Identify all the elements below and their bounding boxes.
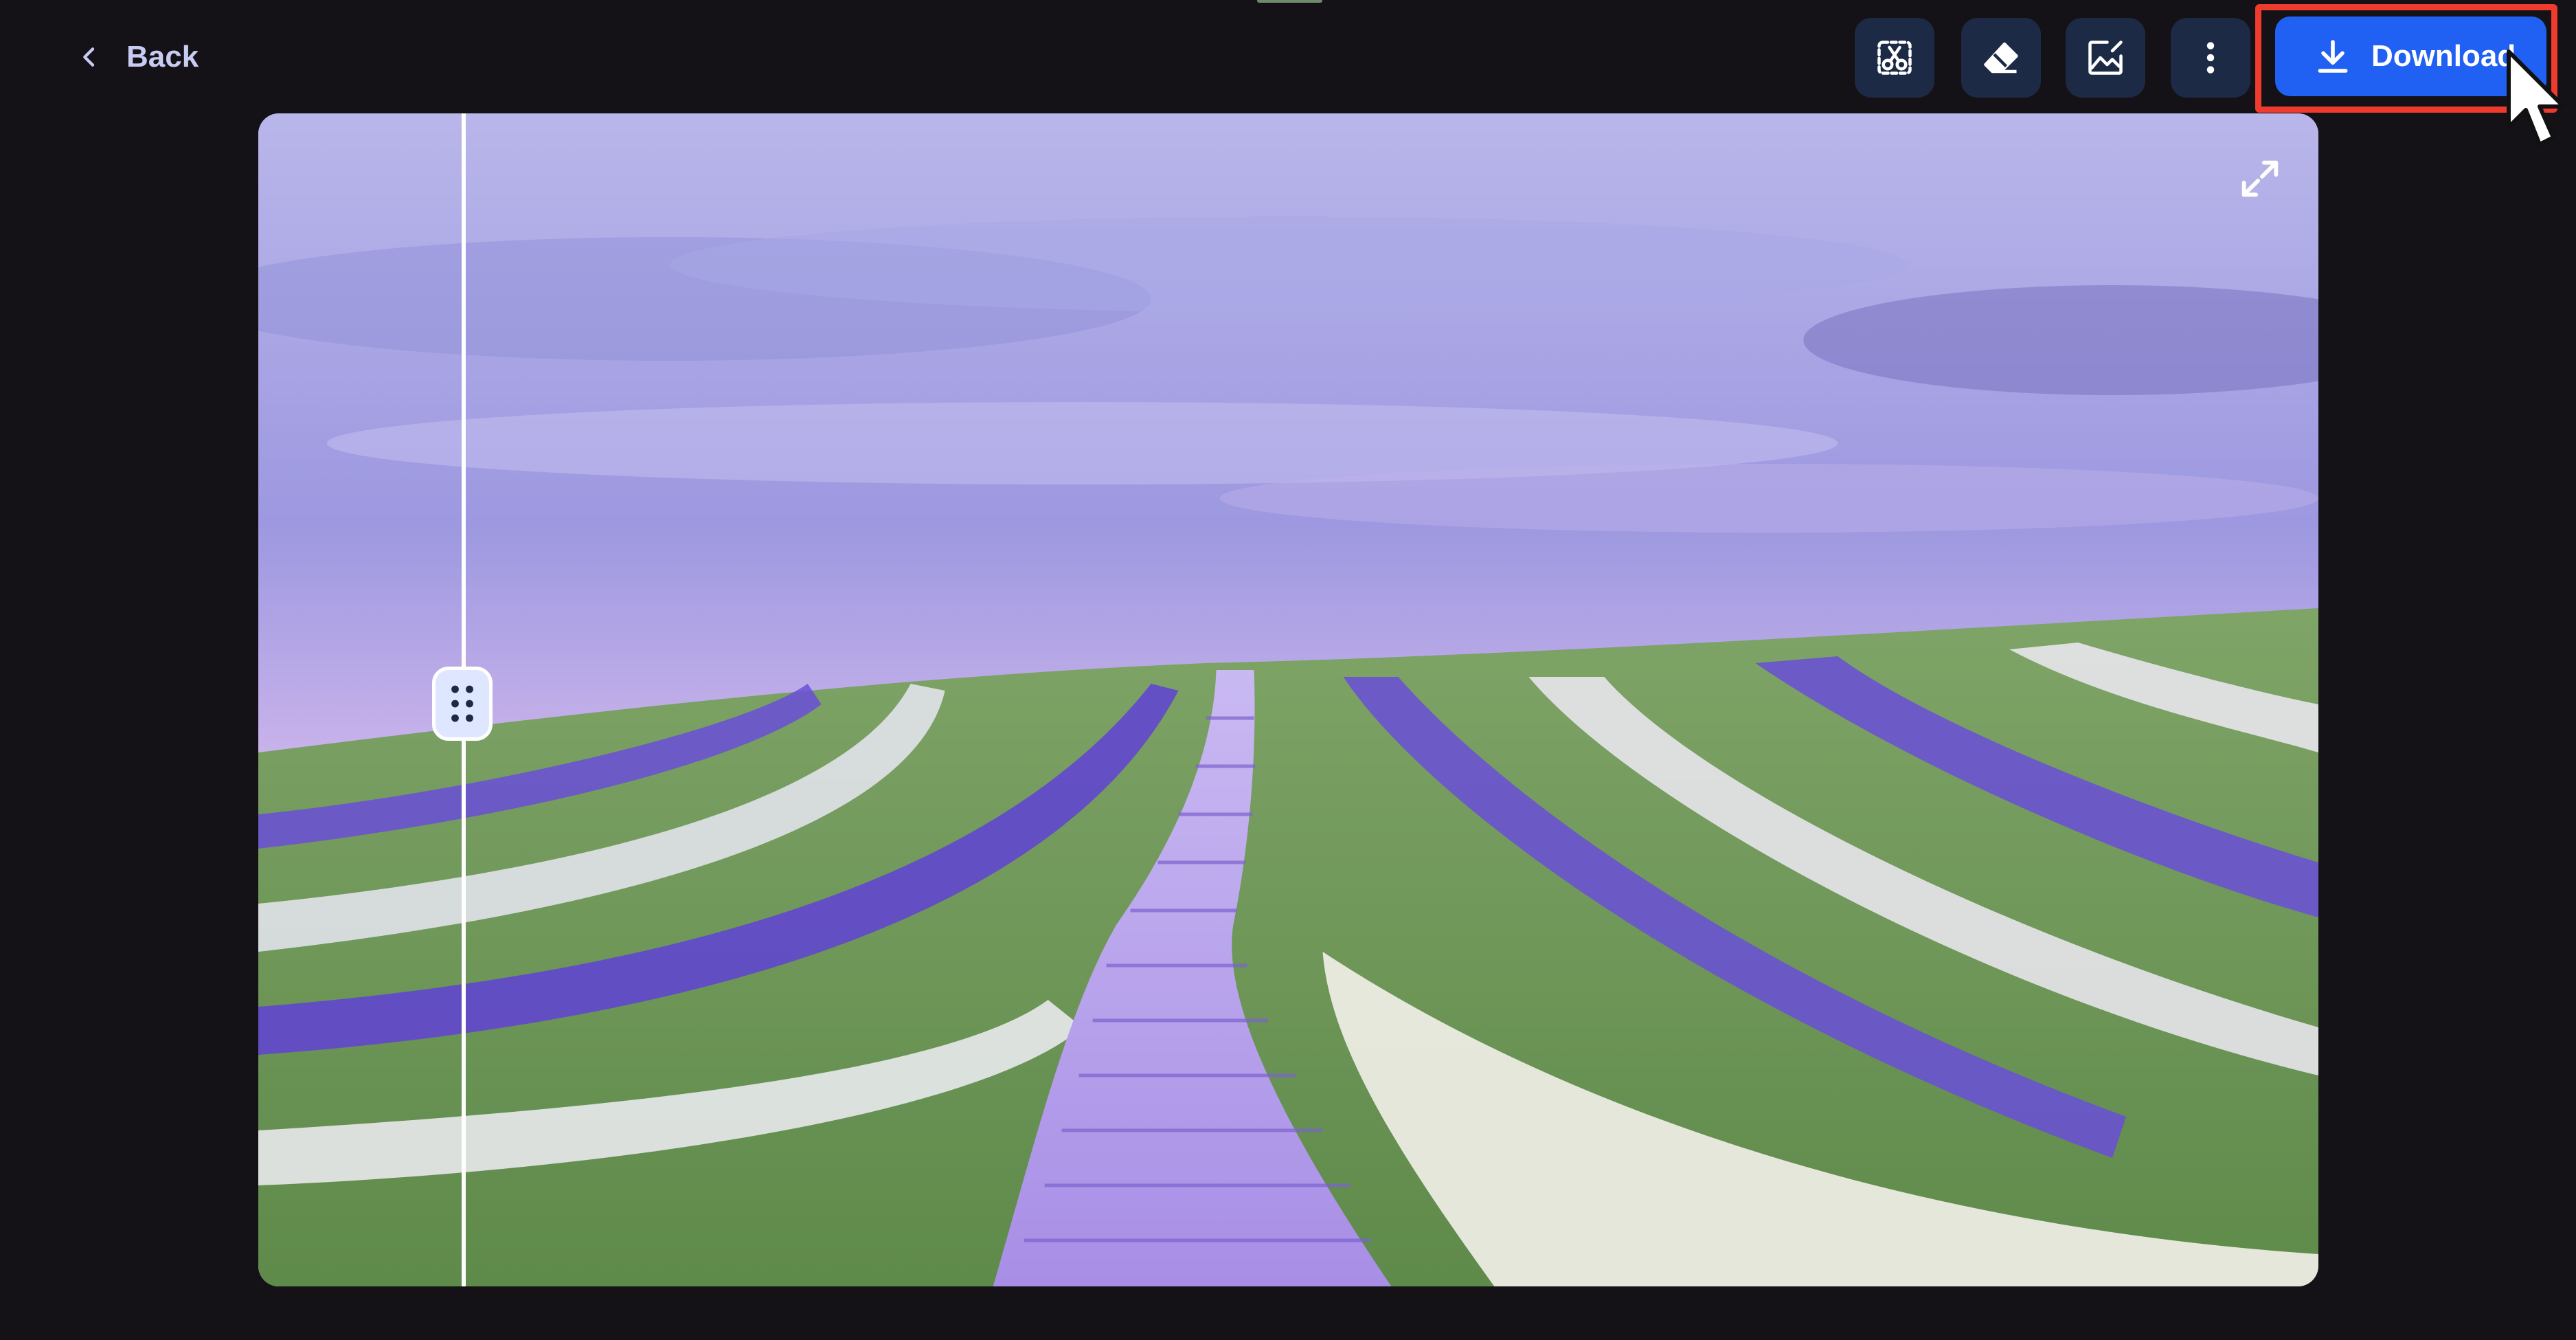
comparison-slider-handle[interactable] [432,667,493,741]
top-accent-line [1257,0,1322,3]
edit-image-button[interactable] [2066,18,2145,98]
download-label: Download [2371,39,2516,73]
back-button[interactable]: Back [76,34,199,80]
mouse-cursor-icon [2507,49,2566,146]
chevron-left-icon [83,47,95,67]
more-options-button[interactable] [2171,18,2250,98]
remove-object-button[interactable] [1855,18,1934,98]
eraser-button[interactable] [1961,18,2041,98]
eraser-icon [1984,42,2018,74]
landscape-image [258,113,2318,1286]
back-label: Back [126,40,199,74]
drag-handle-icon [451,685,473,722]
image-comparison-canvas[interactable] [258,113,2318,1286]
download-icon [2318,40,2348,73]
fullscreen-button[interactable] [2236,155,2284,203]
remove-object-icon [1877,41,1912,75]
expand-icon [2241,160,2279,197]
more-vertical-icon [2206,42,2215,74]
edit-image-icon [2088,41,2123,75]
